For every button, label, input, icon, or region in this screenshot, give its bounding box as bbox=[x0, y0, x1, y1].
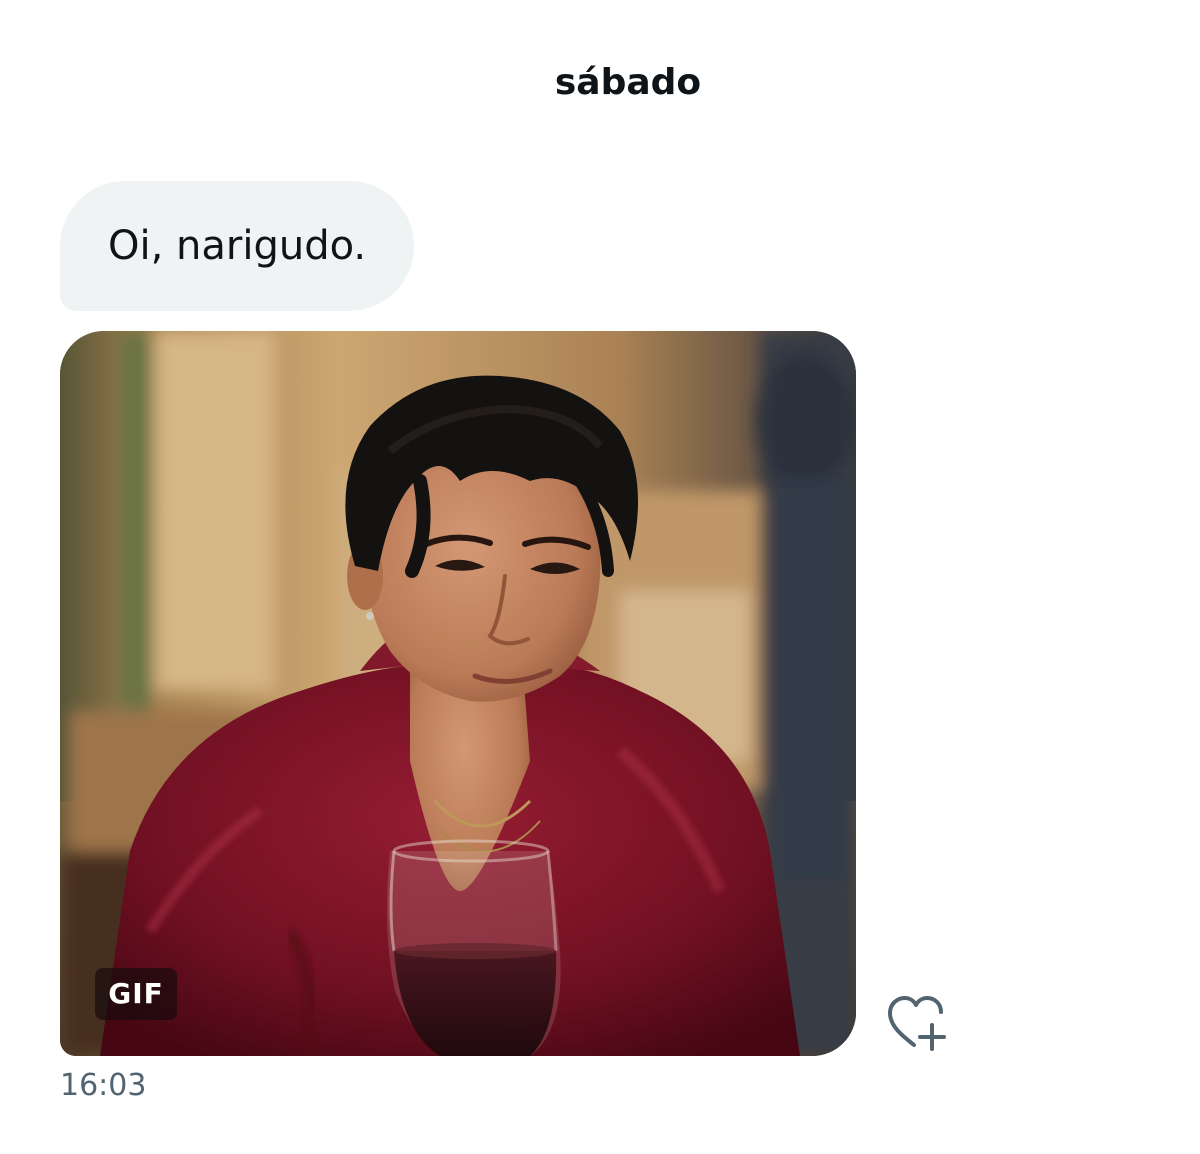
heart-plus-icon bbox=[888, 996, 946, 1051]
day-header: sábado bbox=[554, 62, 702, 103]
message-timestamp: 16:03 bbox=[60, 1068, 147, 1103]
gif-image bbox=[60, 331, 856, 1056]
message-text: Oi, narigudo. bbox=[108, 223, 367, 269]
received-message-bubble[interactable]: Oi, narigudo. bbox=[60, 181, 415, 311]
gif-message[interactable]: GIF bbox=[60, 331, 856, 1056]
add-reaction-button[interactable] bbox=[880, 990, 952, 1056]
gif-badge: GIF bbox=[95, 968, 177, 1020]
